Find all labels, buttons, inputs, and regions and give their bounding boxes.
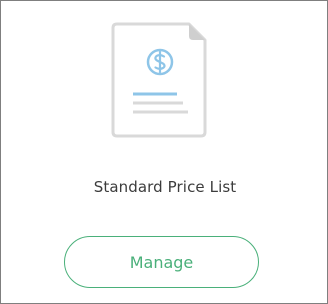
price-list-card: Standard Price List Manage (0, 0, 328, 304)
price-list-title: Standard Price List (93, 178, 237, 196)
manage-button[interactable]: Manage (64, 236, 259, 288)
price-document-icon (111, 22, 207, 138)
